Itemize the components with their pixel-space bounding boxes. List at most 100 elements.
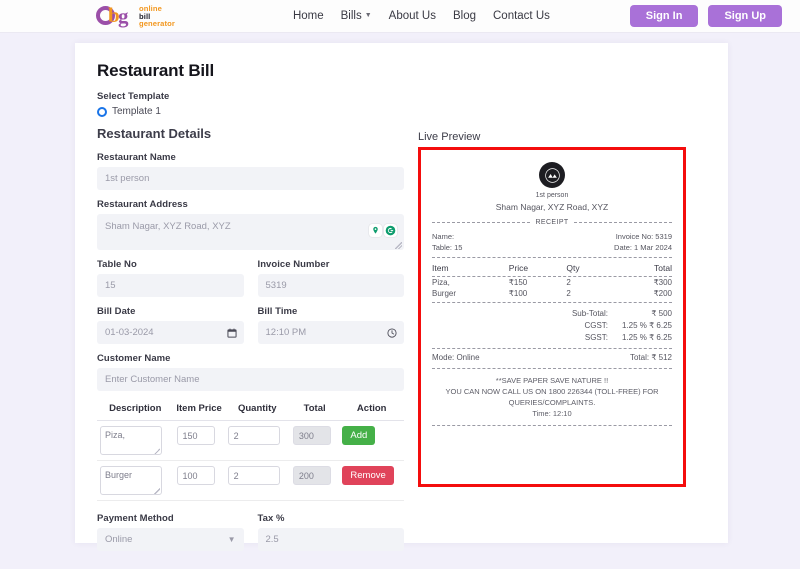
bill-date-value: 01-03-2024: [105, 327, 154, 338]
receipt-item-total: ₹200: [653, 289, 672, 298]
sgst-value: 1.25 % ₹ 6.25: [621, 333, 672, 342]
bill-form: Restaurant Bill Select Template Template…: [97, 61, 404, 551]
resize-handle[interactable]: [154, 488, 160, 494]
cell-action: Add: [339, 420, 404, 461]
add-item-button[interactable]: Add: [342, 426, 376, 445]
column-header-description: Description: [97, 400, 174, 421]
cgst-value: 1.25 % ₹ 6.25: [621, 321, 672, 330]
bill-time-field: Bill Time 12:10 PM: [257, 306, 404, 344]
cell-total: 300: [289, 420, 340, 461]
bill-time-label: Bill Time: [257, 306, 298, 317]
bill-date-field: Bill Date 01-03-2024: [97, 306, 244, 344]
radio-selected-icon[interactable]: [97, 106, 107, 117]
bill-date-input[interactable]: 01-03-2024: [97, 321, 244, 344]
chevron-down-icon: ▼: [227, 535, 236, 544]
page-title: Restaurant Bill: [97, 61, 214, 80]
date-time-row: Bill Date 01-03-2024 Bill Time 12:10 PM: [97, 306, 404, 344]
cell-qty: 2: [224, 420, 290, 461]
payment-mode-value: Mode: Online: [432, 353, 480, 362]
receipt-item-name: Burger: [432, 289, 457, 298]
receipt-title-divider: RECEIPT: [432, 219, 673, 226]
receipt-logo-icon: [539, 162, 565, 188]
nav-item-about-us[interactable]: About Us: [389, 10, 436, 22]
grammarly-icon[interactable]: [384, 224, 397, 237]
customer-name-label: Customer Name: [97, 353, 171, 364]
item-description-input[interactable]: Piza,: [100, 426, 162, 455]
invoice-number-input[interactable]: 5319: [257, 274, 404, 297]
table-no-field: Table No 15: [97, 259, 244, 297]
nav-item-blog[interactable]: Blog: [453, 10, 476, 22]
table-no-input[interactable]: 15: [97, 274, 244, 297]
nav-item-contact-us[interactable]: Contact Us: [493, 10, 550, 22]
divider: [432, 222, 531, 223]
receipt-date-line: Date: 1 Mar 2024: [614, 243, 672, 252]
receipt-header-row: Item Price Qty Total: [432, 260, 672, 276]
grand-total-value: Total: ₹ 512: [629, 353, 672, 362]
item-price-input[interactable]: 100: [176, 466, 215, 485]
payment-method-select[interactable]: Online ▼: [97, 528, 244, 551]
resize-handle[interactable]: [395, 242, 402, 249]
footer-line-1: **SAVE PAPER SAVE NATURE !!: [495, 376, 609, 385]
logo-word-generator: generator: [139, 19, 175, 29]
receipt-mode-total-row: Mode: Online Total: ₹ 512: [432, 353, 672, 362]
column-header-item-price: Item Price: [173, 400, 225, 421]
restaurant-address-textarea[interactable]: Sham Nagar, XYZ Road, XYZ: [97, 214, 404, 250]
item-price-input[interactable]: 150: [176, 426, 215, 445]
subtotal-label: Sub-Total:: [571, 309, 608, 318]
footer-line-2: YOU CAN NOW CALL US ON 1800 226344 (TOLL…: [445, 387, 659, 407]
receipt-table-line: Table: 15: [432, 243, 463, 252]
receipt-invoice-line: Invoice No: 5319: [615, 232, 672, 241]
invoice-number-field: Invoice Number 5319: [257, 259, 404, 297]
primary-nav: Home Bills ▼ About Us Blog Contact Us: [293, 10, 550, 22]
item-quantity-input[interactable]: 2: [227, 426, 280, 445]
column-header-action: Action: [339, 400, 404, 421]
restaurant-address-label: Restaurant Address: [97, 199, 188, 210]
top-navbar: b g online bill generator Home Bills ▼ A…: [0, 0, 800, 33]
tax-field: Tax % 2.5: [257, 513, 404, 551]
chevron-down-icon: ▼: [364, 11, 372, 19]
restaurant-details-heading: Restaurant Details: [97, 126, 212, 141]
restaurant-name-field: Restaurant Name 1st person: [97, 152, 404, 190]
nav-label: Home: [292, 10, 324, 22]
logo-mark-icon: b g: [96, 3, 136, 28]
remove-item-button[interactable]: Remove: [342, 466, 394, 485]
payment-method-label: Payment Method: [97, 513, 174, 524]
receipt-totals: Sub-Total: ₹ 500 CGST: 1.25 % ₹ 6.25 SGS…: [432, 308, 672, 343]
sign-up-button[interactable]: Sign Up: [708, 5, 782, 27]
receipt-shop-address: Sham Nagar, XYZ Road, XYZ: [495, 202, 609, 212]
divider: [432, 425, 672, 426]
receipt-col-price: Price: [508, 263, 529, 273]
table-invoice-row: Table No 15 Invoice Number 5319: [97, 259, 404, 297]
item-quantity-input[interactable]: 2: [227, 466, 280, 485]
logo-wordmark: online bill generator: [139, 4, 175, 28]
tax-input[interactable]: 2.5: [257, 528, 404, 551]
receipt-name-line: Name:: [432, 232, 455, 241]
restaurant-name-input[interactable]: 1st person: [97, 167, 404, 190]
receipt-col-total: Total: [654, 263, 672, 273]
calendar-icon[interactable]: [226, 328, 237, 338]
resize-handle[interactable]: [154, 448, 160, 454]
receipt-word: RECEIPT: [535, 219, 569, 226]
cell-description: Piza,: [97, 420, 174, 461]
receipt-item-total: ₹300: [653, 278, 672, 287]
template-option-row[interactable]: Template 1: [97, 106, 404, 117]
receipt-items-table: Item Price Qty Total Piza, ₹150 2 ₹300 B…: [432, 260, 672, 299]
sign-in-button[interactable]: Sign In: [629, 5, 699, 27]
site-logo[interactable]: b g online bill generator: [96, 3, 175, 28]
nav-item-home[interactable]: Home: [293, 10, 324, 22]
logo-letter-g: g: [118, 4, 129, 28]
template-option-label: Template 1: [112, 106, 161, 117]
customer-name-input[interactable]: Enter Customer Name: [97, 368, 404, 391]
item-description-input[interactable]: Burger: [100, 466, 162, 495]
tax-label: Tax %: [257, 513, 285, 524]
location-pin-icon[interactable]: [369, 224, 382, 237]
clock-icon[interactable]: [387, 327, 397, 338]
nav-item-bills[interactable]: Bills ▼: [341, 10, 372, 22]
bill-time-input[interactable]: 12:10 PM: [257, 321, 404, 344]
receipt-meta: Name: Invoice No: 5319 Table: 15 Date: 1…: [432, 231, 672, 253]
invoice-number-label: Invoice Number: [257, 259, 330, 270]
cell-action: Remove: [339, 460, 404, 501]
receipt-col-qty: Qty: [566, 263, 580, 273]
items-table-header-row: Description Item Price Quantity Total Ac…: [97, 400, 404, 421]
bill-time-value: 12:10 PM: [265, 327, 307, 338]
